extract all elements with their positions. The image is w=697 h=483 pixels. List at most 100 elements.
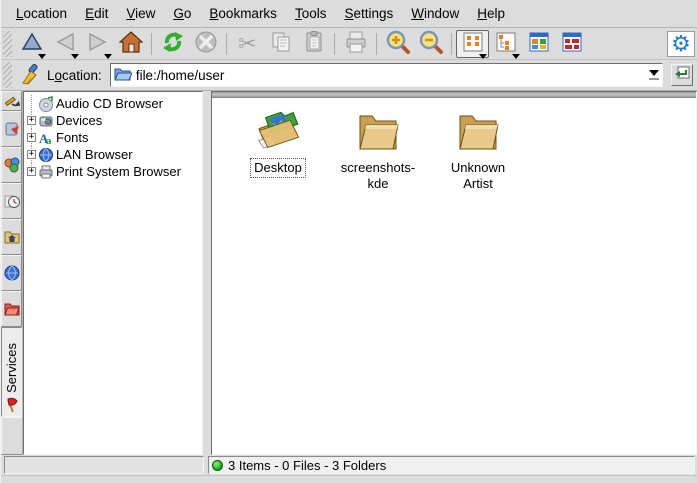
- open-folder-icon: [114, 66, 132, 84]
- forward-button[interactable]: [81, 30, 114, 58]
- fonts-expander[interactable]: +: [27, 133, 36, 142]
- folder-icon: [452, 108, 504, 154]
- konqueror-window: Location Edit View Go Bookmarks Tools Se…: [0, 0, 697, 483]
- menu-settings[interactable]: Settings: [335, 2, 402, 25]
- location-input[interactable]: file:/home/user: [132, 68, 646, 83]
- main-toolbar: ✂: [1, 28, 697, 60]
- location-combobox[interactable]: file:/home/user: [110, 63, 663, 87]
- root-folder-icon: [4, 301, 20, 317]
- menu-go[interactable]: Go: [164, 2, 200, 25]
- forward-dropdown-arrow-icon[interactable]: [104, 54, 112, 59]
- paste-button[interactable]: [297, 30, 330, 58]
- back-dropdown-arrow-icon[interactable]: [71, 54, 79, 59]
- file-label-screenshots-kde[interactable]: screenshots-kde: [335, 158, 421, 195]
- paste-icon: [302, 30, 326, 57]
- toolbar-separator: [376, 33, 377, 55]
- up-button[interactable]: [15, 30, 48, 58]
- location-label: Location:: [47, 68, 102, 83]
- tree-item-label: Devices: [56, 113, 102, 128]
- tree-item-fonts[interactable]: + A a Fonts: [26, 129, 202, 146]
- statusbar: 3 Items - 0 Files - 3 Folders: [1, 455, 697, 475]
- print-icon: [344, 30, 368, 57]
- up-dropdown-arrow-icon[interactable]: [38, 54, 46, 59]
- printer-icon: [38, 164, 54, 180]
- tree-item-lan-browser[interactable]: + LAN Browser: [26, 146, 202, 163]
- icon-view-button[interactable]: [456, 30, 489, 58]
- toolbar-drag-handle[interactable]: [3, 31, 12, 57]
- panel-splitter[interactable]: [203, 91, 211, 455]
- konqueror-logo-button[interactable]: ⚙: [667, 31, 695, 57]
- sidebar-tab-devices[interactable]: [1, 147, 22, 183]
- sidebar-tab-history[interactable]: [1, 183, 22, 219]
- tree-item-devices[interactable]: + Devices: [26, 112, 202, 129]
- tree-view-dropdown-arrow-icon[interactable]: [512, 54, 520, 59]
- file-label-desktop[interactable]: Desktop: [250, 158, 306, 178]
- home-folder-icon: [4, 229, 20, 245]
- menu-location[interactable]: Location: [7, 2, 76, 25]
- cut-button[interactable]: ✂: [231, 30, 264, 58]
- print-expander[interactable]: +: [27, 167, 36, 176]
- history-clock-icon: [4, 193, 20, 209]
- location-toolbar-drag-handle[interactable]: [3, 62, 12, 88]
- tree-item-label: Fonts: [56, 130, 89, 145]
- toolbar-separator: [451, 33, 452, 55]
- icon-view-dropdown-arrow-icon[interactable]: [479, 54, 487, 59]
- view-status-segment: 3 Items - 0 Files - 3 Folders: [208, 456, 695, 474]
- menu-help[interactable]: Help: [468, 2, 514, 25]
- configure-sidebar-button[interactable]: [1, 91, 22, 111]
- tree-item-audio-cd-browser[interactable]: Audio CD Browser: [26, 95, 202, 112]
- home-button[interactable]: [114, 30, 147, 58]
- back-button[interactable]: [48, 30, 81, 58]
- go-button[interactable]: [671, 64, 693, 86]
- text-view-button[interactable]: [555, 30, 588, 58]
- location-dropdown-button[interactable]: [646, 64, 662, 86]
- multicolumn-view-button[interactable]: [522, 30, 555, 58]
- sidebar-tab-network[interactable]: [1, 255, 22, 291]
- tree-item-label: Print System Browser: [56, 164, 181, 179]
- svg-text:a: a: [46, 135, 52, 146]
- zoom-out-icon: [419, 30, 443, 57]
- home-icon: [119, 30, 143, 57]
- services-flag-icon: [4, 397, 20, 413]
- menu-bookmarks[interactable]: Bookmarks: [200, 2, 286, 25]
- menu-window[interactable]: Window: [402, 2, 468, 25]
- tree-branch-line: [26, 95, 38, 112]
- zoom-out-button[interactable]: [414, 30, 447, 58]
- lan-expander[interactable]: +: [27, 150, 36, 159]
- file-item-desktop[interactable]: Desktop: [228, 108, 328, 178]
- stop-button[interactable]: [189, 30, 222, 58]
- sidebar-tab-bookmarks[interactable]: [1, 111, 22, 147]
- sidebar-tab-services[interactable]: Services: [1, 327, 22, 417]
- file-label-unknown-artist[interactable]: Unknown Artist: [435, 158, 521, 195]
- reload-button[interactable]: [156, 30, 189, 58]
- print-button[interactable]: [339, 30, 372, 58]
- sidebar-tab-root[interactable]: [1, 291, 22, 327]
- devices-expander[interactable]: +: [27, 116, 36, 125]
- sidebar-tab-home[interactable]: [1, 219, 22, 255]
- toolbar-separator: [226, 33, 227, 55]
- tree-view-button[interactable]: [489, 30, 522, 58]
- menu-view[interactable]: View: [117, 2, 164, 25]
- file-view-panel: Desktop screenshots-kde: [211, 91, 697, 455]
- copy-button[interactable]: [264, 30, 297, 58]
- tree-view-icon: [495, 31, 517, 56]
- menu-tools[interactable]: Tools: [286, 2, 336, 25]
- zoom-in-icon: [386, 30, 410, 57]
- text-view-icon: [561, 31, 583, 56]
- combo-arrow-icon: [649, 70, 659, 76]
- clear-location-broom-icon[interactable]: [19, 63, 41, 88]
- file-item-unknown-artist[interactable]: Unknown Artist: [428, 108, 528, 195]
- tree-item-print-system-browser[interactable]: + Print System Browser: [26, 163, 202, 180]
- file-item-screenshots-kde[interactable]: screenshots-kde: [328, 108, 428, 195]
- globe-icon: [38, 147, 54, 163]
- zoom-in-button[interactable]: [381, 30, 414, 58]
- sidebar-tree-panel: Audio CD Browser + Devices +: [23, 91, 203, 455]
- icon-view-area[interactable]: Desktop screenshots-kde: [212, 98, 696, 454]
- devices-balls-icon: [4, 157, 20, 173]
- device-icon: [38, 113, 54, 129]
- configure-sidebar-icon: [4, 94, 20, 108]
- stop-icon: [194, 30, 218, 57]
- location-toolbar: Location: file:/home/user: [1, 60, 697, 91]
- view-active-led-icon: [212, 460, 223, 471]
- menu-edit[interactable]: Edit: [76, 2, 117, 25]
